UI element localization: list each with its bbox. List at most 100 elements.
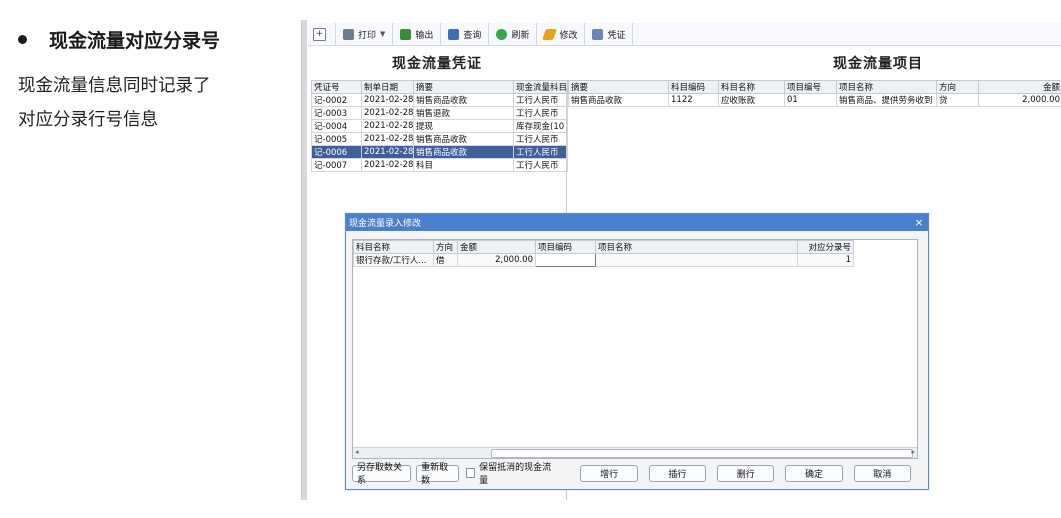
entry-table: 科目名称 方向 金额 项目编码 项目名称 对应分录号 银行存款/工行人... 借…	[353, 240, 854, 267]
plus-icon: +	[313, 27, 326, 41]
table-row[interactable]: 记-0004 2021-02-28 提现 库存现金(10	[311, 119, 568, 133]
cell: 贷	[936, 93, 979, 107]
cell: 记-0006	[311, 145, 362, 159]
table-row[interactable]: 记-0003 2021-02-28 销售退款 工行人民币	[311, 106, 568, 120]
cell: 销售商品、提供劳务收到	[836, 93, 937, 107]
chevron-left-icon[interactable]: ◂	[355, 448, 359, 456]
dialog-grid-area: 科目名称 方向 金额 项目编码 项目名称 对应分录号 银行存款/工行人... 借…	[352, 239, 918, 459]
cell: 工行人民币	[513, 106, 568, 120]
intro-description: 现金流量信息同时记录了 对应分录行号信息	[18, 69, 268, 137]
query-button[interactable]: 查询	[441, 23, 490, 45]
cell: 2021-02-28	[361, 106, 414, 120]
col-direction[interactable]: 方向	[936, 80, 979, 94]
intro-heading-text: 现金流量对应分录号	[49, 30, 221, 52]
cell: 2021-02-28	[361, 132, 414, 146]
save-relation-button[interactable]: 另存取数关系	[352, 463, 412, 486]
cell: 销售商品收款	[413, 145, 514, 159]
export-button[interactable]: 输出	[393, 23, 442, 45]
col-item-no[interactable]: 项目编号	[784, 80, 837, 94]
item-code-input[interactable]	[535, 253, 596, 267]
chevron-right-icon[interactable]: ▸	[911, 448, 915, 456]
dialog-footer: 另存取数关系 重新取数 保留抵消的现金流量 增行 插行 删行 确定 取消	[352, 463, 922, 486]
cell: 2021-02-28	[361, 158, 414, 172]
close-icon[interactable]: ×	[910, 216, 928, 229]
cell: 记-0003	[311, 106, 362, 120]
col-item-name[interactable]: 项目名称	[836, 80, 937, 94]
table-row[interactable]: 记-0005 2021-02-28 销售商品收款 工行人民币	[311, 132, 568, 146]
chevron-down-icon[interactable]: ▼	[380, 30, 385, 38]
scrollbar-thumb[interactable]	[491, 449, 913, 458]
col-account-code[interactable]: 科目编码	[668, 80, 719, 94]
table-row[interactable]: 记-0002 2021-02-28 销售商品收款 工行人民币	[311, 93, 568, 107]
col-item-code[interactable]: 项目编码	[535, 240, 596, 254]
edit-button[interactable]: 修改	[537, 23, 586, 45]
cell: 借	[433, 253, 458, 267]
intro-heading: 现金流量对应分录号	[18, 26, 288, 53]
cell[interactable]	[595, 253, 798, 267]
col-amount[interactable]: 金额	[457, 240, 536, 254]
keep-offset-checkbox[interactable]: 保留抵消的现金流量	[465, 460, 552, 486]
voucher-button[interactable]: 凭证	[585, 23, 634, 45]
cell: 2,000.00	[978, 93, 1061, 107]
cell: 提现	[413, 119, 514, 133]
cell: 销售商品收款	[568, 93, 669, 107]
col-account-name[interactable]: 科目名称	[353, 240, 434, 254]
voucher-table: 凭证号 制单日期 摘要 现金流量科目 记-0002 2021-02-28 销售商…	[311, 80, 568, 172]
print-label: 打印	[358, 30, 377, 41]
voucher-table-header: 凭证号 制单日期 摘要 现金流量科目	[311, 80, 568, 94]
dialog-titlebar[interactable]: 现金流量录入修改 ×	[346, 214, 928, 231]
entry-line-no-cell[interactable]: 1	[797, 253, 854, 267]
cell: 2021-02-28	[361, 93, 414, 107]
refresh-button[interactable]: 刷新	[489, 23, 538, 45]
new-button[interactable]: +	[308, 23, 336, 45]
col-amount[interactable]: 金额	[978, 80, 1061, 94]
col-summary[interactable]: 摘要	[568, 80, 669, 94]
table-row-selected[interactable]: 记-0006 2021-02-28 销售商品收款 工行人民币	[311, 145, 568, 159]
cell: 2021-02-28	[361, 119, 414, 133]
voucher-icon	[592, 28, 604, 40]
table-row[interactable]: 销售商品收款 1122 应收账款 01 销售商品、提供劳务收到 贷 2,000.…	[568, 93, 1061, 107]
keep-offset-label: 保留抵消的现金流量	[479, 463, 552, 486]
window-left-edge	[302, 20, 307, 500]
cashflow-entry-dialog: 现金流量录入修改 × 科目名称 方向 金额 项目编码 项目名称 对应分录号 银行…	[345, 213, 929, 490]
refetch-button[interactable]: 重新取数	[416, 463, 459, 486]
add-row-button[interactable]: 增行	[580, 464, 638, 482]
intro-line-2: 对应分录行号信息	[18, 110, 158, 130]
cancel-button[interactable]: 取消	[853, 464, 912, 482]
export-label: 输出	[415, 30, 434, 41]
query-label: 查询	[463, 30, 482, 41]
pencil-icon	[542, 28, 558, 40]
delete-row-button[interactable]: 删行	[717, 464, 775, 482]
col-voucher-no[interactable]: 凭证号	[311, 80, 362, 94]
col-date[interactable]: 制单日期	[361, 80, 414, 94]
cell: 1122	[668, 93, 719, 107]
col-cash-account[interactable]: 现金流量科目	[513, 80, 568, 94]
cell: 工行人民币	[513, 158, 568, 172]
cashflow-item-table: 摘要 科目编码 科目名称 项目编号 项目名称 方向 金额 销售商品收款 1122…	[568, 80, 1061, 107]
insert-row-button[interactable]: 插行	[648, 464, 707, 482]
print-button[interactable]: 打印 ▼	[336, 23, 394, 45]
edit-label: 修改	[559, 30, 578, 41]
cell: 科目	[413, 158, 514, 172]
col-direction[interactable]: 方向	[433, 240, 458, 254]
table-row[interactable]: 银行存款/工行人... 借 2,000.00 1	[353, 253, 854, 267]
col-summary[interactable]: 摘要	[413, 80, 514, 94]
search-icon	[448, 28, 460, 40]
col-entry-line-no[interactable]: 对应分录号	[797, 240, 854, 254]
col-item-name[interactable]: 项目名称	[595, 240, 798, 254]
refresh-label: 刷新	[511, 30, 530, 41]
refresh-icon	[496, 28, 508, 40]
cell: 记-0002	[311, 93, 362, 107]
dialog-title: 现金流量录入修改	[349, 219, 422, 229]
col-account-name[interactable]: 科目名称	[718, 80, 785, 94]
voucher-label: 凭证	[607, 30, 626, 41]
table-row[interactable]: 记-0007 2021-02-28 科目 工行人民币	[311, 158, 568, 172]
checkbox-box[interactable]	[465, 468, 476, 478]
intro-line-1: 现金流量信息同时记录了	[18, 76, 211, 96]
ok-button[interactable]: 确定	[785, 464, 843, 482]
cell: 记-0005	[311, 132, 362, 146]
cell: 01	[784, 93, 837, 107]
horizontal-scrollbar[interactable]: ◂ ▸	[353, 447, 917, 458]
cell: 记-0004	[311, 119, 362, 133]
right-panel-title: 现金流量项目	[833, 56, 923, 72]
